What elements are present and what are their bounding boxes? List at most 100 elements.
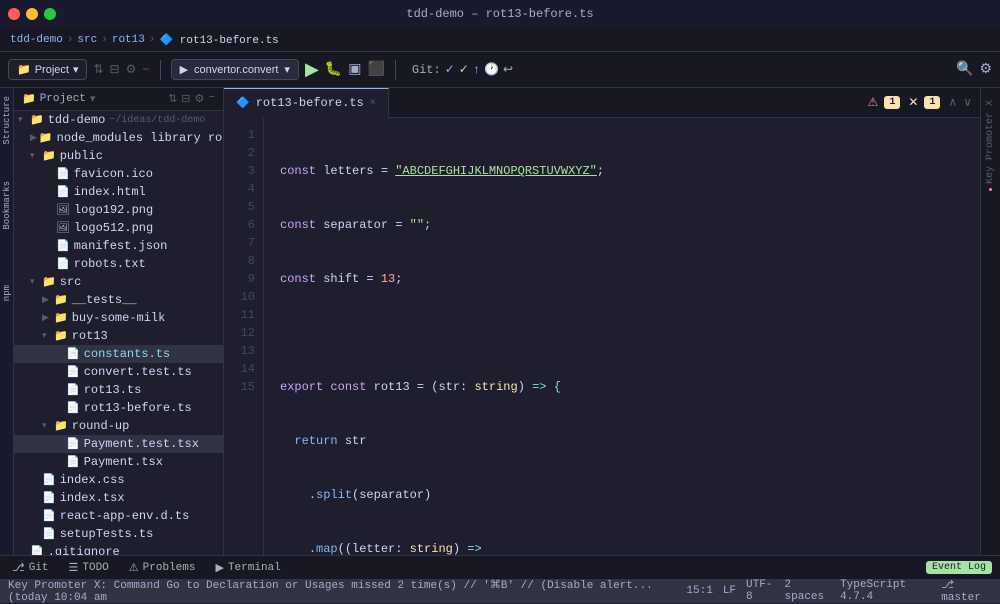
toolbar-icon-2[interactable]: ⊟	[110, 62, 120, 77]
git-revert-icon[interactable]: ↩	[503, 62, 513, 77]
tree-setup-tests[interactable]: 📄 setupTests.ts	[14, 525, 223, 543]
tree-close-icon[interactable]: −	[208, 92, 215, 106]
breadcrumb-rot13[interactable]: rot13	[112, 34, 145, 46]
tree-tests[interactable]: ▶ 📁 __tests__	[14, 291, 223, 309]
maximize-button[interactable]	[44, 8, 56, 20]
stop-icon[interactable]: ⬛	[367, 61, 384, 78]
tree-gitignore[interactable]: 📄 .gitignore	[14, 543, 223, 555]
tree-manifest[interactable]: 📄 manifest.json	[14, 237, 223, 255]
tree-convert-test[interactable]: 📄 convert.test.ts	[14, 363, 223, 381]
language[interactable]: TypeScript 4.7.4	[840, 579, 931, 603]
search-icon[interactable]: 🔍	[956, 61, 973, 78]
minus-icon[interactable]: −	[142, 63, 149, 77]
debug-icon[interactable]: 🐛	[325, 61, 342, 78]
tree-rot13-before[interactable]: 📄 rot13-before.ts	[14, 399, 223, 417]
folder-icon-round-up: 📁	[54, 419, 68, 433]
folder-icon-tests: 📁	[54, 293, 68, 307]
breadcrumb-file[interactable]: 🔷 rot13-before.ts	[159, 33, 278, 47]
tree-constants-ts[interactable]: 📄 constants.ts	[14, 345, 223, 363]
cursor-position[interactable]: 15:1	[686, 585, 712, 597]
label-index-css: index.css	[60, 473, 125, 487]
run-button[interactable]: ▶	[305, 59, 319, 81]
terminal-tab[interactable]: ▶ Terminal	[211, 561, 284, 575]
tree-src[interactable]: ▾ 📁 src	[14, 273, 223, 291]
chevron-down-icon-nav[interactable]: ∨	[963, 95, 972, 110]
tree-index-css[interactable]: 📄 index.css	[14, 471, 223, 489]
file-icon-payment: 📄	[66, 455, 80, 469]
collapse-icon[interactable]: ⇅	[168, 92, 177, 106]
tree-node-modules[interactable]: ▶ 📁 node_modules library root	[14, 129, 223, 147]
chevron-up-icon[interactable]: ∧	[948, 95, 957, 110]
npm-panel-label[interactable]: npm	[0, 277, 14, 309]
tree-payment[interactable]: 📄 Payment.tsx	[14, 453, 223, 471]
branch-label: master	[941, 592, 981, 604]
code-line-7: .split(separator)	[280, 486, 964, 504]
git-branch[interactable]: ⎇ master	[941, 578, 992, 604]
tree-robots[interactable]: 📄 robots.txt	[14, 255, 223, 273]
toolbar-icon-1[interactable]: ⇅	[93, 62, 103, 77]
code-line-5: export const rot13 = (str: string) => {	[280, 378, 964, 396]
close-button[interactable]	[8, 8, 20, 20]
terminal-tab-icon: ▶	[215, 561, 223, 575]
file-icon-robots: 📄	[56, 257, 70, 271]
project-button[interactable]: 📁 Project ▾	[8, 59, 87, 80]
tree-index-tsx[interactable]: 📄 index.tsx	[14, 489, 223, 507]
label-constants-ts: constants.ts	[84, 347, 170, 361]
breadcrumb-src[interactable]: src	[77, 34, 97, 46]
bookmarks-panel-label[interactable]: Bookmarks	[0, 173, 14, 238]
git-tab-icon: ⎇	[12, 561, 25, 575]
folder-icon: 📁	[22, 92, 36, 106]
git-history-icon[interactable]: 🕐	[484, 62, 499, 77]
dropdown-icon: ▾	[284, 63, 290, 76]
keypromoter-icon[interactable]: ⚙	[979, 61, 992, 78]
file-icon-logo512: 🖼	[56, 221, 70, 235]
tree-react-app-env[interactable]: 📄 react-app-env.d.ts	[14, 507, 223, 525]
line-ending[interactable]: LF	[723, 585, 736, 597]
minimize-button[interactable]	[26, 8, 38, 20]
label-index-tsx: index.tsx	[60, 491, 125, 505]
tree-buy-some-milk[interactable]: ▶ 📁 buy-some-milk	[14, 309, 223, 327]
tree-rot13[interactable]: ▾ 📁 rot13	[14, 327, 223, 345]
tree-logo192[interactable]: 🖼 logo192.png	[14, 201, 223, 219]
todo-tab-label: TODO	[82, 562, 108, 574]
tab-rot13-before[interactable]: 🔷 rot13-before.ts ×	[224, 88, 389, 118]
label-tests: __tests__	[72, 293, 137, 307]
tree-root[interactable]: ▾ 📁 tdd-demo ~/ideas/tdd-demo	[14, 111, 223, 129]
right-sidebar: Key Promoter X	[980, 88, 1000, 555]
breadcrumb-bar: tdd-demo › src › rot13 › 🔷 rot13-before.…	[0, 28, 1000, 52]
problems-tab-label: Problems	[143, 562, 196, 574]
convertor-button[interactable]: ▶ convertor.convert ▾	[171, 59, 299, 80]
tree-logo512[interactable]: 🖼 logo512.png	[14, 219, 223, 237]
coverage-icon[interactable]: ▣	[348, 61, 361, 78]
tree-rot13-ts[interactable]: 📄 rot13.ts	[14, 381, 223, 399]
encoding[interactable]: UTF-8	[746, 579, 774, 603]
tree-payment-test[interactable]: 📄 Payment.test.tsx	[14, 435, 223, 453]
todo-tab[interactable]: ☰ TODO	[65, 561, 113, 575]
git-tick-icon[interactable]: ✓	[459, 62, 469, 77]
code-editor[interactable]: 1 2 3 4 5 6 7 8 9 10 11 12 13 14 15 cons…	[224, 118, 980, 555]
tab-file-icon: 🔷	[236, 96, 250, 110]
folder-icon-tdd: 📁	[30, 113, 44, 127]
traffic-lights	[8, 8, 56, 20]
expand-icon[interactable]: ⊟	[181, 92, 190, 106]
tree-round-up[interactable]: ▾ 📁 round-up	[14, 417, 223, 435]
code-content[interactable]: const letters = "ABCDEFGHIJKLMNOPQRSTUVW…	[264, 118, 980, 555]
event-log-button[interactable]: Event Log	[926, 561, 992, 574]
settings-icon[interactable]: ⚙	[126, 62, 137, 77]
indent[interactable]: 2 spaces	[785, 579, 831, 603]
breadcrumb-tdd-demo[interactable]: tdd-demo	[10, 34, 63, 46]
problems-tab[interactable]: ⚠ Problems	[125, 561, 200, 575]
tree-settings-icon[interactable]: ⚙	[195, 92, 205, 106]
label-buy: buy-some-milk	[72, 311, 166, 325]
git-tab[interactable]: ⎇ Git	[8, 561, 53, 575]
file-icon-payment-test: 📄	[66, 437, 80, 451]
tree-public[interactable]: ▾ 📁 public	[14, 147, 223, 165]
tree-favicon[interactable]: 📄 favicon.ico	[14, 165, 223, 183]
git-check-icon[interactable]: ✓	[445, 62, 455, 77]
tab-close-button[interactable]: ×	[370, 98, 376, 109]
tree-index-html[interactable]: 📄 index.html	[14, 183, 223, 201]
status-text: Key Promoter X: Command Go to Declaratio…	[8, 578, 682, 604]
structure-panel-label[interactable]: Structure	[0, 88, 14, 153]
git-push-icon[interactable]: ↑	[473, 63, 480, 77]
file-icon-index-html: 📄	[56, 185, 70, 199]
